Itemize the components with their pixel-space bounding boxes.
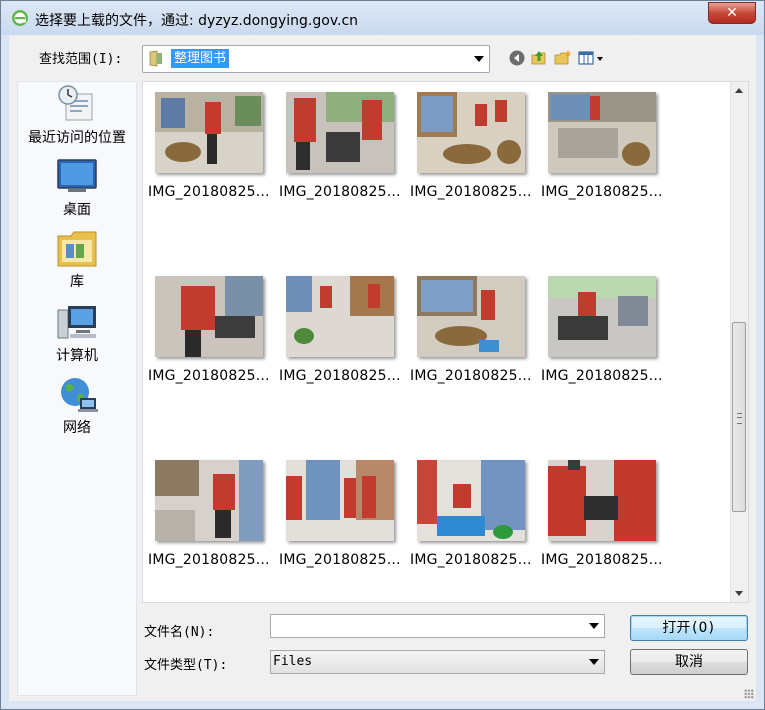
up-folder-icon[interactable] (530, 49, 548, 67)
chevron-down-icon[interactable] (589, 623, 599, 629)
libraries-icon (57, 231, 97, 267)
image-thumbnail (548, 460, 656, 541)
filetype-label: 文件类型(T): (144, 658, 228, 673)
scroll-down-arrow-icon[interactable] (735, 591, 743, 596)
filetype-select[interactable]: Files (270, 650, 605, 674)
file-name: IMG_20180825... (148, 552, 270, 568)
look-in-label: 查找范围(I): (39, 52, 123, 67)
computer-icon (57, 306, 96, 339)
chevron-down-icon[interactable] (589, 659, 599, 665)
recent-places-icon (58, 85, 93, 121)
file-name: IMG_20180825... (410, 184, 532, 200)
open-button[interactable]: 打开(O) (630, 615, 748, 641)
close-button[interactable]: ✕ (708, 2, 756, 24)
place-label: 桌面 (63, 202, 91, 218)
filename-input[interactable] (270, 614, 605, 638)
file-name: IMG_20180825... (410, 552, 532, 568)
place-label: 最近访问的位置 (28, 130, 126, 146)
place-label: 计算机 (56, 348, 98, 364)
place-label: 库 (70, 274, 84, 290)
view-menu-icon[interactable] (578, 49, 606, 67)
network-icon (61, 378, 98, 412)
grip-icon (737, 413, 742, 424)
ie-icon (12, 10, 28, 26)
resize-grip-icon[interactable] (744, 689, 754, 699)
image-thumbnail (155, 460, 263, 541)
image-thumbnail (286, 460, 394, 541)
file-name: IMG_20180825... (410, 368, 532, 384)
filetype-value: Files (273, 654, 313, 669)
back-icon[interactable] (508, 49, 526, 67)
image-thumbnail (417, 92, 525, 173)
filename-label: 文件名(N): (144, 625, 215, 640)
file-dialog-window: 选择要上载的文件，通过: dyzyz.dongying.gov.cn ✕ 查找范… (0, 0, 765, 710)
image-thumbnail (417, 276, 525, 357)
scroll-up-arrow-icon[interactable] (735, 88, 743, 93)
desktop-icon (57, 159, 97, 192)
file-name: IMG_20180825... (148, 368, 270, 384)
file-name: IMG_20180825... (279, 184, 401, 200)
file-name: IMG_20180825... (148, 184, 270, 200)
place-recent[interactable]: 最近访问的位置 (18, 84, 136, 147)
place-computer[interactable]: 计算机 (18, 304, 136, 365)
image-thumbnail (286, 276, 394, 357)
file-name: IMG_20180825... (279, 368, 401, 384)
places-bar: 最近访问的位置 桌面 库 计算机 网络 (17, 81, 137, 696)
window-title: 选择要上载的文件，通过: dyzyz.dongying.gov.cn (35, 13, 359, 29)
title-bar[interactable]: 选择要上载的文件，通过: dyzyz.dongying.gov.cn ✕ (1, 1, 764, 35)
place-libraries[interactable]: 库 (18, 230, 136, 291)
dialog-client-area: 查找范围(I): 整理图书 最近访问的位置 桌面 库 计算机 网络 IMG_20… (9, 35, 756, 701)
file-name: IMG_20180825... (541, 184, 663, 200)
file-list-view[interactable]: IMG_20180825... IMG_20180825... IMG_2018… (142, 81, 749, 603)
image-thumbnail (417, 460, 525, 541)
look-in-value: 整理图书 (171, 49, 230, 68)
image-thumbnail (548, 276, 656, 357)
image-thumbnail (155, 276, 263, 357)
look-in-dropdown[interactable]: 整理图书 (142, 45, 490, 73)
file-name: IMG_20180825... (541, 552, 663, 568)
cancel-button[interactable]: 取消 (630, 649, 748, 675)
vertical-scrollbar[interactable] (730, 82, 748, 602)
chevron-down-icon[interactable] (474, 56, 484, 62)
image-thumbnail (286, 92, 394, 173)
file-name: IMG_20180825... (279, 552, 401, 568)
image-thumbnail (155, 92, 263, 173)
close-icon: ✕ (726, 5, 738, 21)
place-desktop[interactable]: 桌面 (18, 158, 136, 219)
scrollbar-thumb[interactable] (732, 322, 746, 512)
folder-icon (149, 50, 162, 67)
image-thumbnail (548, 92, 656, 173)
place-label: 网络 (63, 420, 91, 436)
new-folder-icon[interactable] (554, 49, 572, 67)
place-network[interactable]: 网络 (18, 376, 136, 437)
file-name: IMG_20180825... (541, 368, 663, 384)
